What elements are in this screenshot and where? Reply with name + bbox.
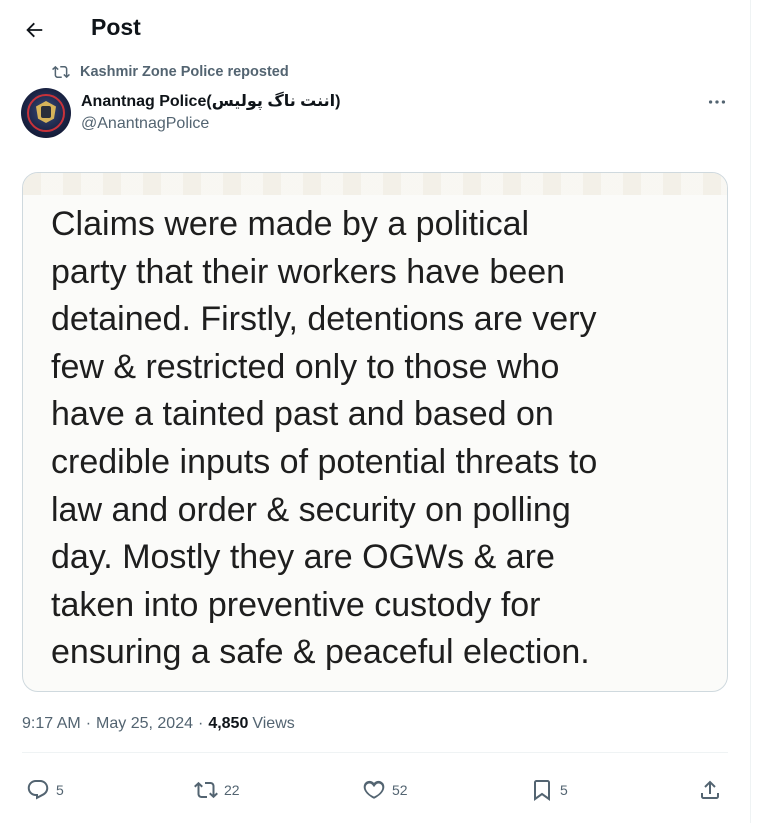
image-background-pattern xyxy=(23,173,727,195)
image-text: Claims were made by a political party th… xyxy=(51,205,598,672)
post-meta: 9:17 AM · May 25, 2024 · 4,850 Views xyxy=(22,715,295,733)
avatar[interactable] xyxy=(21,88,71,138)
author-block: Anantnag Police(اننت ناگ پولیس) @Anantna… xyxy=(81,91,340,133)
reply-count: 5 xyxy=(56,782,64,798)
page-title: Post xyxy=(91,14,141,40)
reply-icon xyxy=(27,780,49,800)
post-image[interactable]: Claims were made by a political party th… xyxy=(22,172,728,692)
like-count: 52 xyxy=(392,782,408,798)
repost-icon xyxy=(194,781,218,799)
views-count: 4,850 xyxy=(208,715,249,732)
bookmark-button[interactable]: 5 xyxy=(530,772,568,808)
views-label: Views xyxy=(252,715,295,732)
bookmark-icon xyxy=(534,780,550,801)
more-horizontal-icon xyxy=(708,100,726,104)
divider xyxy=(22,752,728,753)
post-date[interactable]: May 25, 2024 xyxy=(96,715,193,733)
reply-button[interactable]: 5 xyxy=(26,772,64,808)
page-header: Post xyxy=(0,0,750,58)
repost-context: Kashmir Zone Police reposted xyxy=(52,63,289,81)
heart-icon xyxy=(363,780,385,799)
avatar-emblem xyxy=(41,106,51,118)
meta-separator: · xyxy=(197,715,204,732)
share-icon xyxy=(701,780,719,799)
column-border xyxy=(750,0,751,823)
more-options-button[interactable] xyxy=(700,90,734,114)
author-display-name[interactable]: Anantnag Police(اننت ناگ پولیس) xyxy=(81,91,340,111)
repost-text[interactable]: Kashmir Zone Police reposted xyxy=(80,64,289,80)
repost-icon xyxy=(52,65,70,79)
back-button[interactable] xyxy=(14,10,54,50)
like-button[interactable]: 52 xyxy=(362,772,408,808)
author-handle[interactable]: @AnantnagPolice xyxy=(81,115,340,133)
share-button[interactable] xyxy=(698,772,722,808)
action-bar: 5 22 52 5 xyxy=(0,772,750,808)
repost-button[interactable]: 22 xyxy=(194,772,240,808)
repost-count: 22 xyxy=(224,782,240,798)
arrow-left-icon xyxy=(26,22,43,38)
bookmark-count: 5 xyxy=(560,782,568,798)
meta-separator: · xyxy=(85,715,92,732)
post-time[interactable]: 9:17 AM xyxy=(22,715,81,733)
